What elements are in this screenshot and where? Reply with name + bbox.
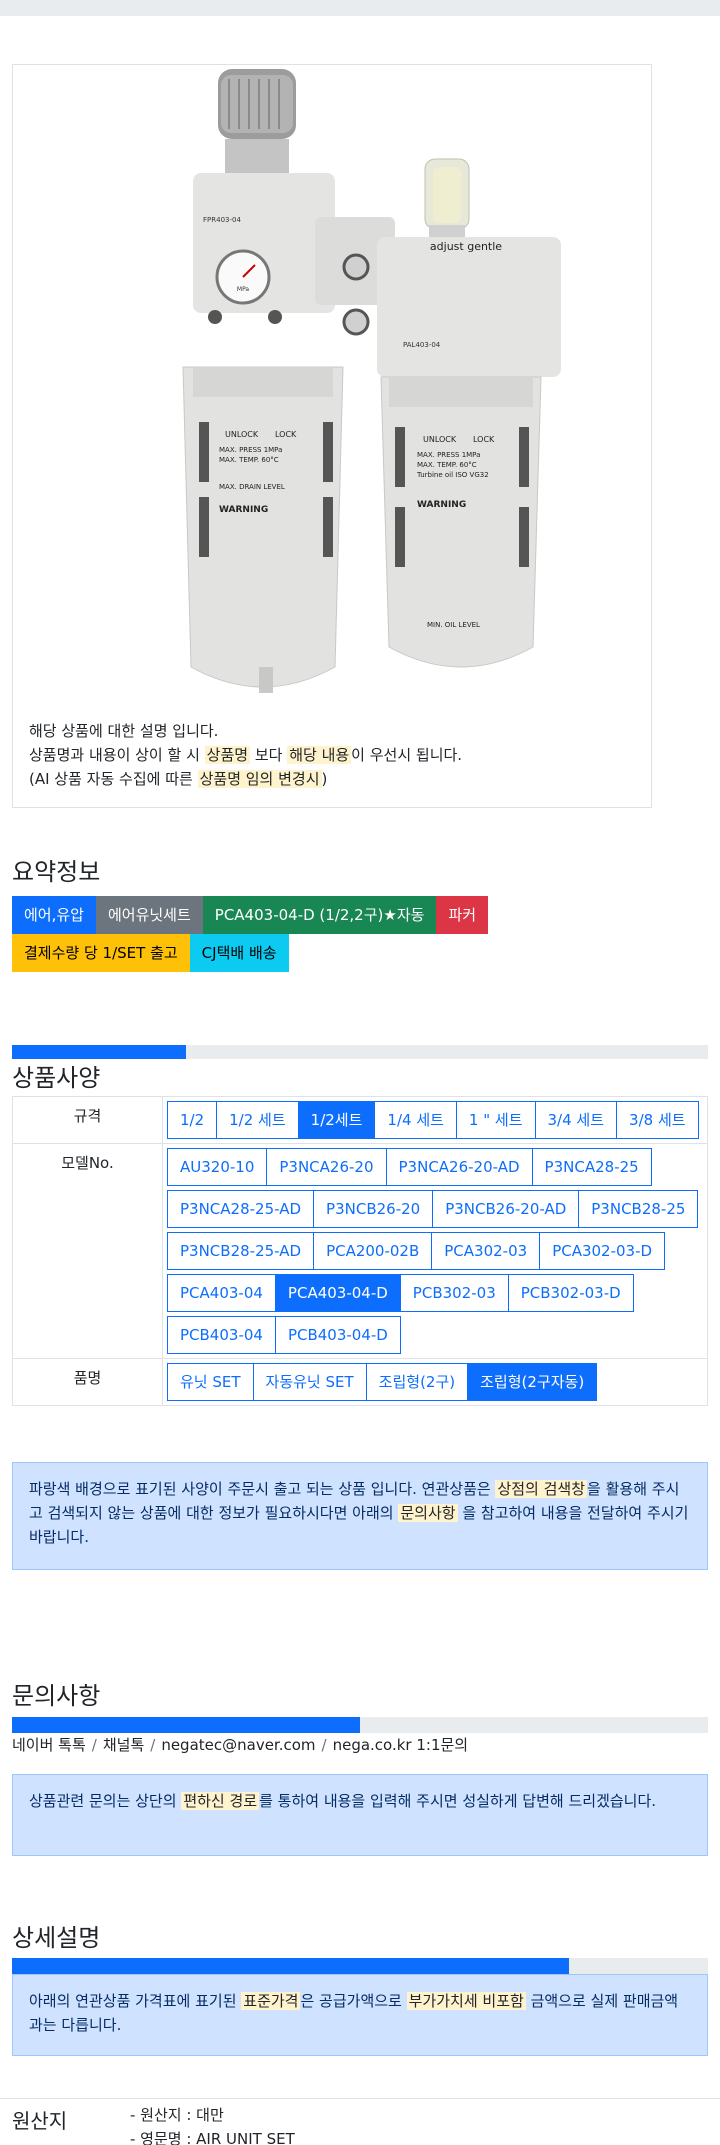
spec-option-button[interactable]: PCA302-03 — [431, 1232, 541, 1270]
breadcrumb-separator: / — [150, 1736, 156, 1754]
spec-option-button[interactable]: PCA403-04 — [167, 1274, 276, 1312]
origin-line-english-name: - 영문명 : AIR UNIT SET — [130, 2130, 295, 2145]
spec-option-button[interactable]: PCB403-04 — [167, 1316, 276, 1354]
spec-option-button[interactable]: 조립형(2구) — [365, 1363, 469, 1401]
svg-text:MAX. PRESS 1MPa: MAX. PRESS 1MPa — [417, 451, 480, 459]
summary-badge: PCA403-04-D (1/2,2구)★자동 — [202, 896, 437, 934]
summary-badges-row-1: 에어,유압 에어유닛세트 PCA403-04-D (1/2,2구)★자동 파커 — [12, 896, 489, 934]
breadcrumb-separator: / — [91, 1736, 97, 1754]
spec-option-button[interactable]: PCA200-02B — [313, 1232, 433, 1270]
svg-text:MAX. PRESS 1MPa: MAX. PRESS 1MPa — [219, 446, 282, 454]
spec-option-button[interactable]: P3NCB26-20-AD — [432, 1190, 580, 1228]
spec-row-options: AU320-10 P3NCA26-20 P3NCA26-20-AD P3NCA28-2… — [162, 1143, 708, 1359]
spec-option-button[interactable]: PCB403-04-D — [274, 1316, 401, 1354]
spec-option-button[interactable]: 3/4 세트 — [534, 1101, 618, 1139]
desc-line-3: (AI 상품 자동 수집에 따른 상품명 임의 변경시) — [29, 770, 328, 788]
product-image: adjust gentle MPa FPR403-04 PAL403-04 UN… — [182, 69, 561, 693]
inquiry-contact-links: 네이버 톡톡 / 채널톡 / negatec@naver.com / nega.co.kr … — [12, 1734, 468, 1755]
product-card: adjust gentle MPa FPR403-04 PAL403-04 UN… — [12, 64, 652, 808]
svg-text:MAX. TEMP. 60°C: MAX. TEMP. 60°C — [219, 456, 279, 464]
spec-row-options: 1/2 1/2 세트 1/2세트 1/4 세트 1 " 세트 3/4 세트 3/8 세트 — [162, 1096, 708, 1144]
top-bar — [0, 0, 720, 16]
spec-progress-bar — [12, 1045, 708, 1059]
page: adjust gentle MPa FPR403-04 PAL403-04 UN… — [0, 0, 720, 2145]
summary-badge: 파커 — [436, 896, 489, 934]
spec-row: 모델No. AU320-10 P3NCA26-20 P3NCA26-20-AD P3NC… — [12, 1143, 708, 1359]
summary-badge: 결제수량 당 1/SET 출고 — [12, 934, 190, 972]
contact-link[interactable]: 채널톡 — [103, 1736, 144, 1754]
summary-title: 요약정보 — [12, 858, 101, 886]
spec-option-button[interactable]: 1/2 — [167, 1101, 218, 1139]
spec-option-button[interactable]: 1/4 세트 — [374, 1101, 457, 1139]
spec-option-button[interactable]: P3NCB28-25 — [578, 1190, 699, 1228]
svg-text:FPR403-04: FPR403-04 — [203, 216, 241, 224]
summary-badge: 에어유닛세트 — [95, 896, 203, 934]
spec-notice: 파랑색 배경으로 표기된 사양이 주문시 출고 되는 상품 입니다. 연관상품은… — [12, 1462, 708, 1570]
origin-lines: - 원산지 : 대만 - 영문명 : AIR UNIT SET — [130, 2103, 295, 2145]
inquiry-title: 문의사항 — [12, 1682, 101, 1710]
spec-row-options: 유닛 SET 자동유닛 SET 조립형(2구) 조립형(2구자동) — [162, 1358, 708, 1406]
svg-text:MAX. DRAIN LEVEL: MAX. DRAIN LEVEL — [219, 483, 285, 491]
desc-line-1: 해당 상품에 대한 설명 입니다. — [29, 722, 219, 740]
spec-option-button[interactable]: 1/2 세트 — [216, 1101, 299, 1139]
detail-progress-fill — [12, 1958, 569, 1974]
svg-text:PAL403-04: PAL403-04 — [403, 341, 441, 349]
spec-option-button[interactable]: P3NCA26-20-AD — [385, 1148, 533, 1186]
spec-option-button[interactable]: PCB302-03-D — [507, 1274, 634, 1312]
spec-progress-fill — [12, 1045, 186, 1059]
spec-option-button[interactable]: P3NCB26-20 — [313, 1190, 434, 1228]
breadcrumb-separator: / — [321, 1736, 327, 1754]
spec-option-button[interactable]: 조립형(2구자동) — [467, 1363, 598, 1401]
spec-option-button[interactable]: PCB302-03 — [399, 1274, 509, 1312]
svg-text:adjust gentle: adjust gentle — [430, 240, 502, 253]
spec-row-label: 품명 — [12, 1358, 163, 1406]
desc-line-2: 상품명과 내용이 상이 할 시 상품명 보다 해당 내용 이 우선시 됩니다. — [29, 746, 463, 764]
contact-link[interactable]: 네이버 톡톡 — [12, 1736, 86, 1754]
svg-text:MPa: MPa — [237, 286, 250, 293]
spec-option-button[interactable]: P3NCA26-20 — [266, 1148, 387, 1186]
spec-option-button[interactable]: 유닛 SET — [167, 1363, 254, 1401]
origin-label: 원산지 — [12, 2109, 68, 2133]
spec-option-button[interactable]: 3/8 세트 — [616, 1101, 699, 1139]
spec-row: 품명 유닛 SET 자동유닛 SET 조립형(2구) 조립형(2구자동) — [12, 1358, 708, 1406]
summary-badge: CJ택배 배송 — [189, 934, 289, 972]
contact-link[interactable]: negatec@naver.com — [161, 1736, 315, 1754]
summary-badges-row-2: 결제수량 당 1/SET 출고 CJ택배 배송 — [12, 934, 289, 972]
product-description: 해당 상품에 대한 설명 입니다. 상품명과 내용이 상이 할 시 상품명 보다… — [29, 719, 462, 791]
spec-row-label: 규격 — [12, 1096, 163, 1144]
svg-text:MIN. OIL LEVEL: MIN. OIL LEVEL — [427, 621, 480, 629]
svg-text:Turbine oil ISO VG32: Turbine oil ISO VG32 — [416, 471, 489, 479]
svg-text:UNLOCK: UNLOCK — [225, 430, 259, 439]
spec-option-button[interactable]: PCA302-03-D — [539, 1232, 666, 1270]
inquiry-progress-fill — [12, 1717, 360, 1733]
spec-option-button[interactable]: 자동유닛 SET — [252, 1363, 367, 1401]
detail-progress-bar — [12, 1958, 708, 1974]
spec-option-button[interactable]: P3NCB28-25-AD — [167, 1232, 315, 1270]
spec-option-button[interactable]: 1/2세트 — [297, 1101, 376, 1139]
spec-table: 규격 1/2 1/2 세트 1/2세트 1/4 세트 1 " 세트 3/4 세트 3/8 세트… — [12, 1096, 708, 1406]
spec-row-label: 모델No. — [12, 1143, 163, 1359]
detail-title: 상세설명 — [12, 1924, 101, 1952]
svg-text:WARNING: WARNING — [219, 505, 268, 515]
origin-section: 원산지 - 원산지 : 대만 - 영문명 : AIR UNIT SET — [0, 2098, 720, 2145]
spec-option-button[interactable]: P3NCA28-25-AD — [167, 1190, 315, 1228]
spec-option-button[interactable]: AU320-10 — [167, 1148, 268, 1186]
detail-notice: 아래의 연관상품 가격표에 표기된 표준가격 은 공급가액으로 부가가치세 비포함… — [12, 1974, 708, 2056]
svg-text:LOCK: LOCK — [275, 430, 297, 439]
spec-option-button[interactable]: 1 " 세트 — [455, 1101, 536, 1139]
svg-text:LOCK: LOCK — [473, 435, 495, 444]
svg-text:UNLOCK: UNLOCK — [423, 435, 457, 444]
spec-option-button[interactable]: P3NCA28-25 — [531, 1148, 652, 1186]
spec-row: 규격 1/2 1/2 세트 1/2세트 1/4 세트 1 " 세트 3/4 세트 3/8 세트 — [12, 1096, 708, 1144]
origin-line-country: - 원산지 : 대만 — [130, 2106, 224, 2124]
inquiry-progress-bar — [12, 1717, 708, 1733]
inquiry-notice: 상품관련 문의는 상단의 편하신 경로 를 통하여 내용을 입력해 주시면 성실하… — [12, 1774, 708, 1856]
contact-link[interactable]: nega.co.kr 1:1문의 — [333, 1736, 469, 1754]
spec-title: 상품사양 — [12, 1064, 101, 1092]
summary-badge: 에어,유압 — [12, 896, 96, 934]
svg-text:WARNING: WARNING — [417, 500, 466, 510]
svg-text:MAX. TEMP. 60°C: MAX. TEMP. 60°C — [417, 461, 477, 469]
spec-option-button[interactable]: PCA403-04-D — [274, 1274, 401, 1312]
